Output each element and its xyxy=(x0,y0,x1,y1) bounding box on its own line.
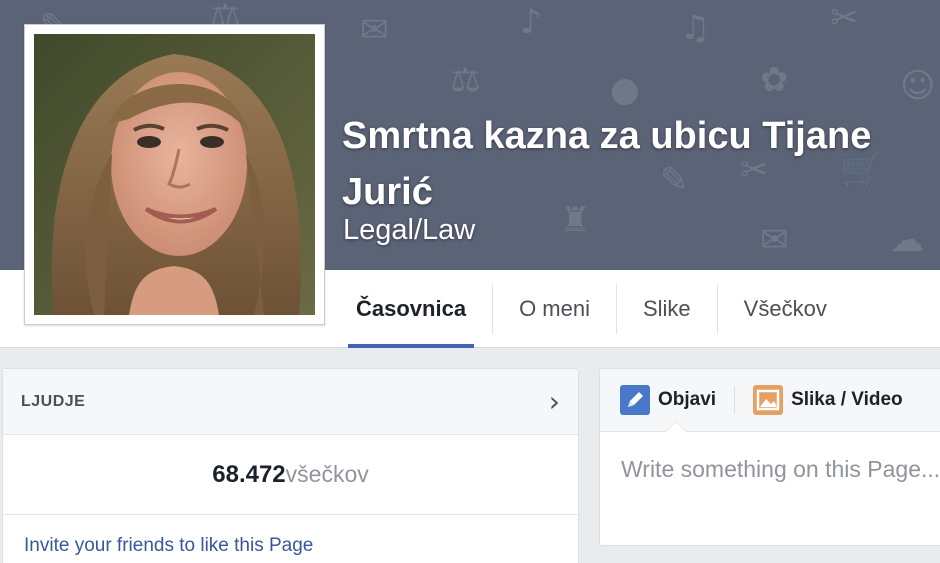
post-composer: Objavi Slika / Video xyxy=(599,368,940,546)
like-count: 68.472 xyxy=(212,460,286,488)
post-tab[interactable]: Objavi xyxy=(620,385,716,415)
composer-input[interactable] xyxy=(621,456,940,483)
page-tabs: Časovnica O meni Slike Všečkov xyxy=(330,270,853,348)
pencil-icon xyxy=(620,385,650,415)
photo-video-tab[interactable]: Slika / Video xyxy=(753,385,903,415)
photo-video-tab-label: Slika / Video xyxy=(791,389,903,410)
like-count-row: 68.472 všečkov xyxy=(3,435,578,515)
page-category[interactable]: Legal/Law xyxy=(343,214,475,247)
like-count-suffix: všečkov xyxy=(285,461,369,487)
tab-timeline[interactable]: Časovnica xyxy=(330,270,492,348)
composer-tabs: Objavi Slika / Video xyxy=(600,369,940,432)
tab-photos[interactable]: Slike xyxy=(617,270,717,348)
people-box: LJUDJE › 68.472 všečkov Invite your frie… xyxy=(2,368,579,563)
composer-tab-divider xyxy=(734,386,736,414)
post-tab-label: Objavi xyxy=(658,389,717,410)
tab-likes[interactable]: Všečkov xyxy=(718,270,853,348)
profile-picture[interactable] xyxy=(24,24,325,325)
page-title: Smrtna kazna za ubicu Tijane Jurić xyxy=(342,115,872,213)
invite-row: Invite your friends to like this Page xyxy=(3,515,578,557)
people-header[interactable]: LJUDJE › xyxy=(3,369,578,435)
active-tab-caret xyxy=(666,422,686,432)
people-title: LJUDJE xyxy=(21,392,86,410)
profile-photo xyxy=(34,34,315,315)
chevron-right-icon[interactable]: › xyxy=(549,387,560,416)
tab-about[interactable]: O meni xyxy=(493,270,616,348)
invite-friends-link[interactable]: Invite your friends to like this Page xyxy=(24,535,313,556)
photo-icon xyxy=(753,385,784,415)
